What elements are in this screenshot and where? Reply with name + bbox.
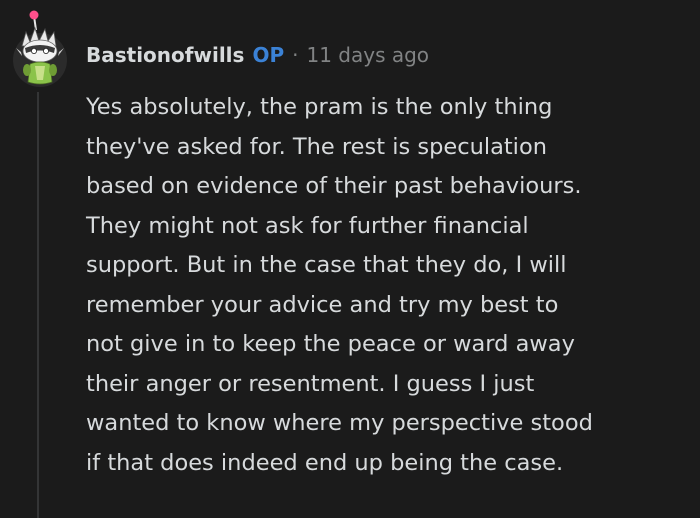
comment-body-line: if that does indeed end up being the cas… [86, 449, 564, 476]
comment-body-line: their anger or resentment. I guess I jus… [86, 370, 535, 397]
comment-body-line: not give in to keep the peace or ward aw… [86, 331, 575, 357]
comment-body-line: support. But in the case that they do, I… [86, 252, 567, 278]
snoo-avatar-icon [13, 10, 67, 87]
comment-body-line: Yes absolutely, the pram is the only thi… [86, 94, 553, 120]
comment-body-line: based on evidence of their past behaviou… [86, 173, 582, 199]
user-avatar-icon[interactable] [8, 8, 72, 88]
comment-body: Yes absolutely, the pram is the only thi… [86, 88, 698, 483]
comment-body-line: they've asked for. The rest is speculati… [86, 133, 547, 160]
comment-container: Bastionofwills OP · 11 days ago Yes abso… [0, 0, 700, 518]
comment-header: Bastionofwills OP · 11 days ago [86, 38, 429, 72]
op-badge: OP [252, 43, 285, 67]
thread-line[interactable] [37, 92, 39, 518]
comment-body-line: remember your advice and try my best to [86, 291, 559, 318]
comment-body-line: They might not ask for further financial [86, 212, 529, 239]
username-link[interactable]: Bastionofwills [86, 43, 244, 67]
meta-separator: · [292, 43, 299, 67]
comment-body-line: wanted to know where my perspective stoo… [86, 410, 593, 436]
comment-timestamp[interactable]: 11 days ago [306, 43, 429, 67]
